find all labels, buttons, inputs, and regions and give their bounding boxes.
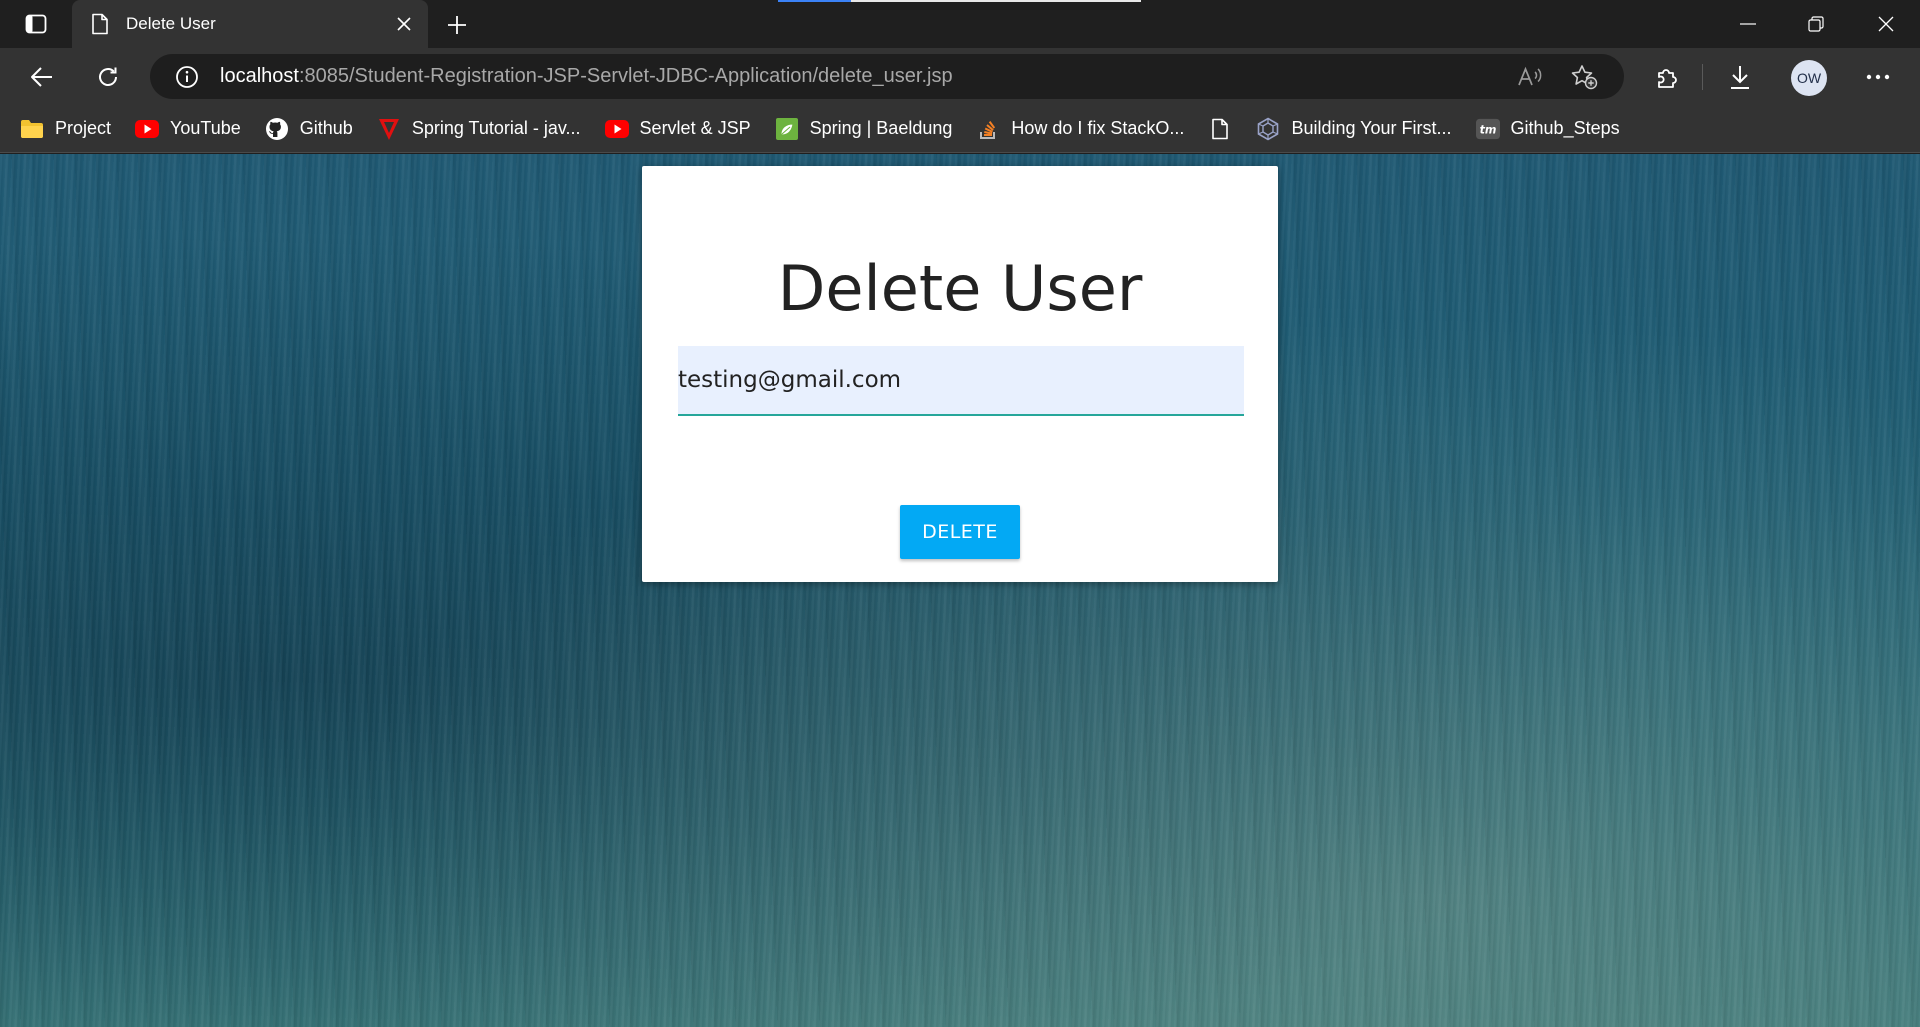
close-window-button[interactable] bbox=[1852, 0, 1920, 48]
youtube-icon bbox=[604, 117, 629, 141]
tab-actions-icon bbox=[25, 14, 47, 34]
bookmark-project[interactable]: Project bbox=[20, 111, 111, 147]
bookmark-untitled[interactable] bbox=[1208, 111, 1232, 147]
downloads-button[interactable] bbox=[1722, 60, 1758, 94]
tab-strip: Delete User bbox=[0, 0, 1920, 48]
page-load-progress bbox=[778, 0, 1141, 2]
add-favorite-button[interactable] bbox=[1566, 54, 1602, 99]
page-background: Delete User DELETE bbox=[0, 154, 1920, 1027]
bookmark-spring-tutorial[interactable]: Spring Tutorial - jav... bbox=[377, 111, 581, 147]
puzzle-icon bbox=[1658, 69, 1677, 88]
close-icon bbox=[397, 17, 411, 31]
url-text[interactable]: localhost:8085/Student-Registration-JSP-… bbox=[220, 65, 953, 88]
toolbar-divider bbox=[1702, 64, 1703, 90]
bookmark-building-your-first[interactable]: Building Your First... bbox=[1256, 111, 1452, 147]
plus-icon bbox=[448, 16, 466, 34]
back-arrow-icon bbox=[31, 67, 52, 87]
tab-title: Delete User bbox=[126, 14, 216, 33]
tab-delete-user[interactable]: Delete User bbox=[72, 0, 428, 48]
page-icon bbox=[90, 12, 110, 36]
tm-icon: tm bbox=[1475, 117, 1500, 141]
back-button[interactable] bbox=[24, 60, 60, 94]
star-add-icon bbox=[1571, 64, 1598, 89]
extensions-button[interactable] bbox=[1649, 60, 1685, 94]
minimize-button[interactable] bbox=[1714, 0, 1782, 48]
bookmark-github[interactable]: Github bbox=[265, 111, 353, 147]
bookmark-github-steps[interactable]: tm Github_Steps bbox=[1475, 111, 1620, 147]
reload-button[interactable] bbox=[90, 60, 126, 94]
restore-icon bbox=[1808, 16, 1824, 32]
github-icon bbox=[265, 117, 289, 141]
spring-leaf-icon bbox=[775, 117, 799, 141]
javatpoint-icon bbox=[377, 117, 401, 141]
bookmark-servlet-jsp[interactable]: Servlet & JSP bbox=[604, 111, 751, 147]
new-tab-button[interactable] bbox=[442, 10, 472, 40]
tab-actions-button[interactable] bbox=[18, 11, 54, 37]
close-tab-button[interactable] bbox=[390, 10, 418, 38]
page-icon bbox=[1208, 117, 1232, 141]
delete-user-card: Delete User DELETE bbox=[642, 166, 1278, 582]
download-icon bbox=[1731, 66, 1749, 89]
page-title: Delete User bbox=[777, 252, 1143, 325]
close-icon bbox=[1878, 16, 1894, 32]
minimize-icon bbox=[1740, 23, 1756, 25]
read-aloud-button[interactable] bbox=[1512, 54, 1548, 99]
hexagon-icon bbox=[1256, 117, 1280, 141]
bookmark-spring-baeldung[interactable]: Spring | Baeldung bbox=[775, 111, 952, 147]
profile-avatar[interactable]: OW bbox=[1791, 60, 1827, 96]
more-dots-icon bbox=[1866, 74, 1890, 80]
svg-text:tm: tm bbox=[1479, 123, 1496, 136]
restore-button[interactable] bbox=[1782, 0, 1850, 48]
read-aloud-icon bbox=[1518, 66, 1542, 85]
address-bar[interactable]: localhost:8085/Student-Registration-JSP-… bbox=[150, 54, 1624, 99]
url-path: :8085/Student-Registration-JSP-Servlet-J… bbox=[298, 65, 953, 87]
folder-icon bbox=[20, 117, 44, 141]
youtube-icon bbox=[135, 117, 160, 141]
bookmark-youtube[interactable]: YouTube bbox=[135, 111, 241, 147]
email-field[interactable] bbox=[678, 346, 1244, 416]
site-info-icon[interactable] bbox=[174, 64, 200, 90]
url-host: localhost bbox=[220, 65, 299, 87]
stackoverflow-icon bbox=[976, 117, 1000, 141]
delete-button[interactable]: DELETE bbox=[900, 505, 1020, 559]
bookmarks-bar: Project YouTube Github Spring Tutorial -… bbox=[0, 105, 1920, 153]
reload-icon bbox=[99, 67, 117, 86]
bookmark-stackoverflow[interactable]: How do I fix StackO... bbox=[976, 111, 1184, 147]
browser-toolbar: localhost:8085/Student-Registration-JSP-… bbox=[0, 48, 1920, 105]
settings-menu-button[interactable] bbox=[1860, 60, 1896, 94]
